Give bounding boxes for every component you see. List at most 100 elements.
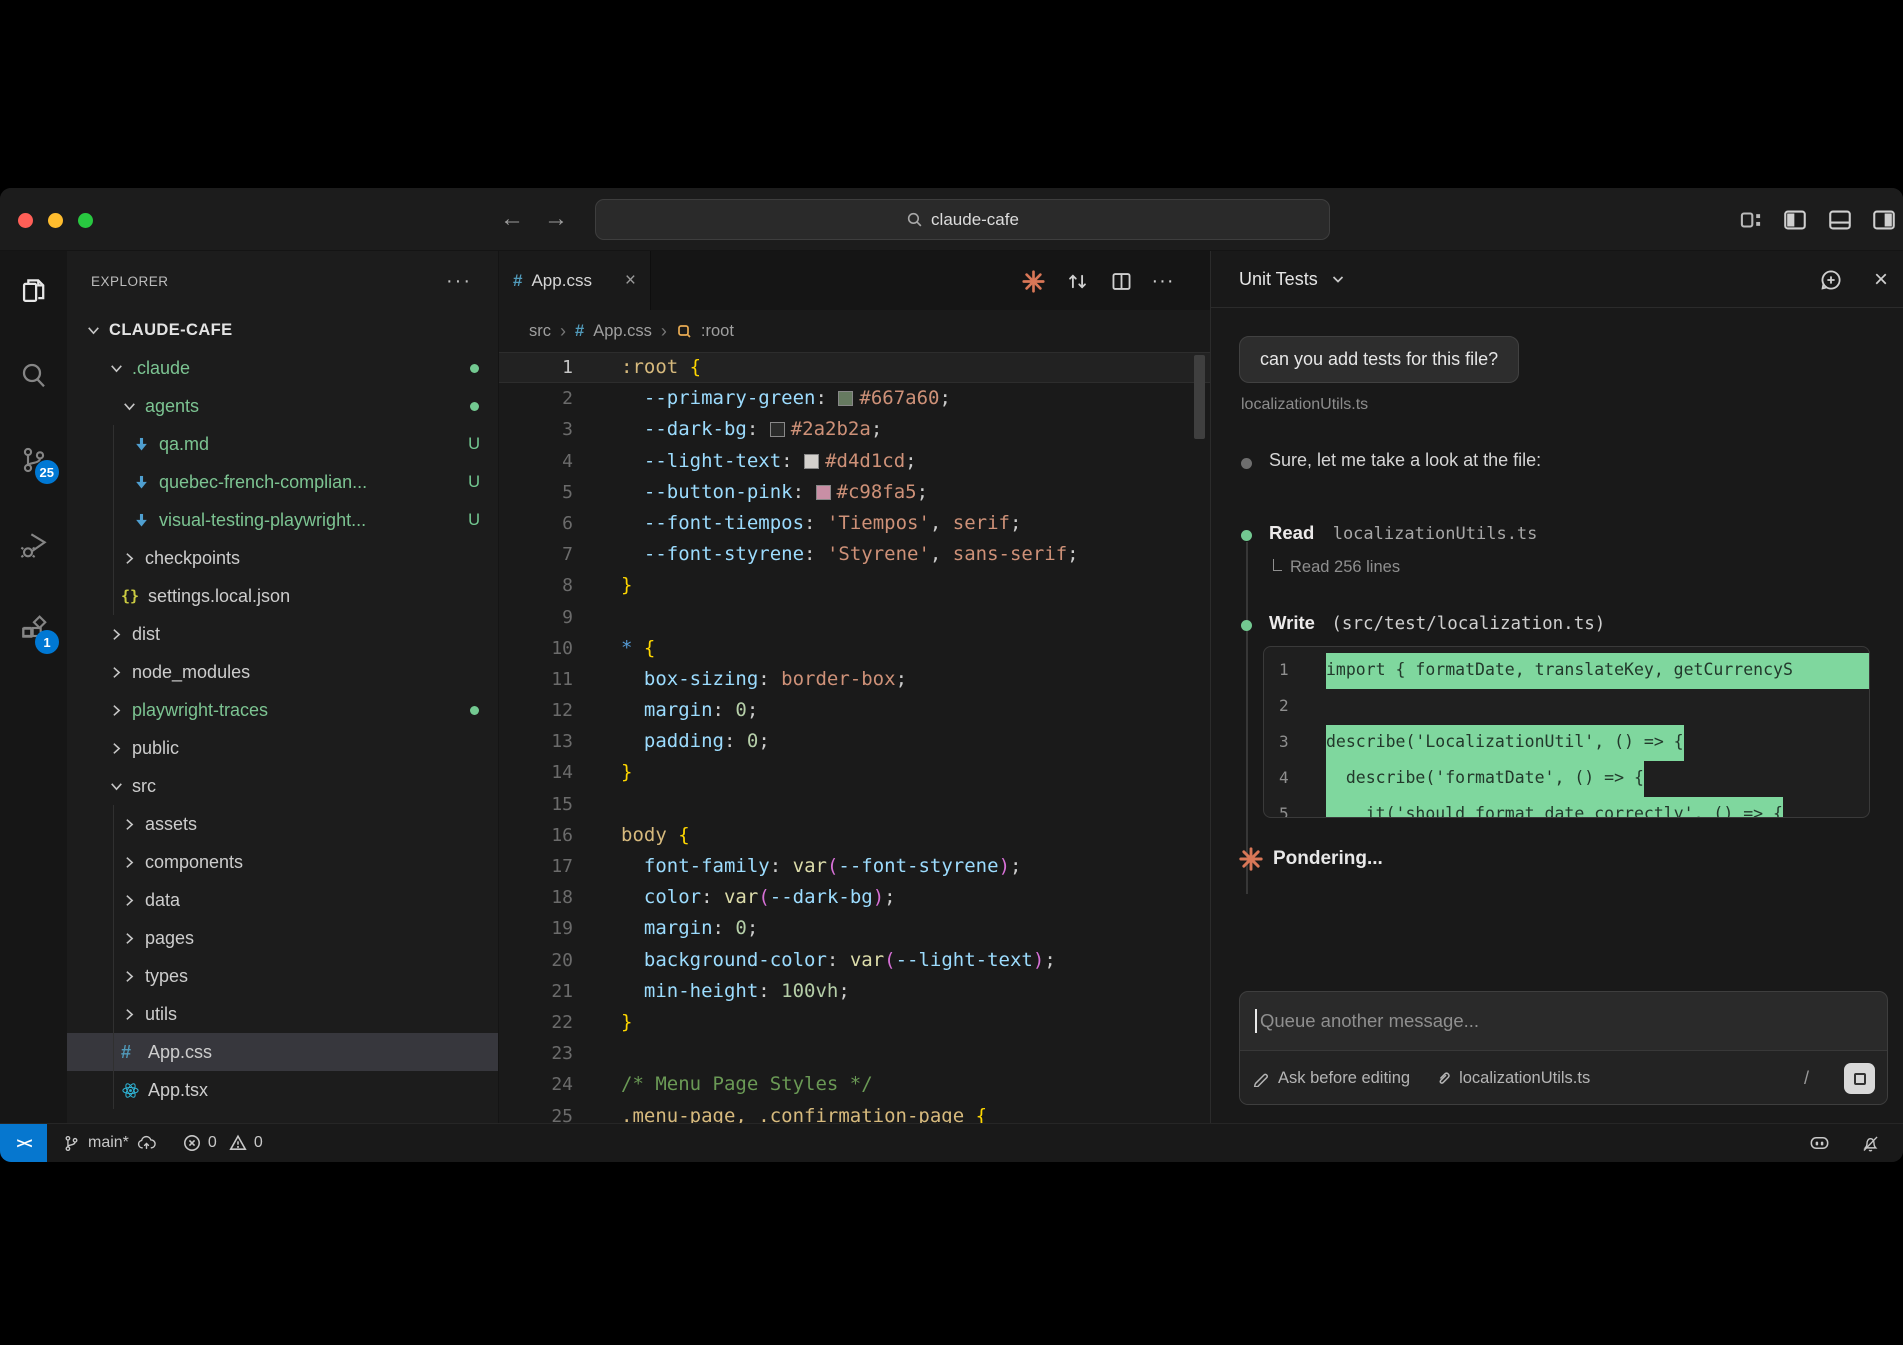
generated-code-block[interactable]: 1import { formatDate, translateKey, getC… <box>1263 646 1870 818</box>
search-activity-button[interactable] <box>0 343 67 407</box>
explorer-item-app-css[interactable]: #App.css <box>67 1033 498 1071</box>
source-control-activity-button[interactable]: 25 <box>0 428 67 492</box>
explorer-item-claude-cafe[interactable]: CLAUDE-CAFE <box>67 311 498 349</box>
code-line-19[interactable]: 19 margin: 0; <box>499 913 1210 944</box>
remote-indicator[interactable]: >< <box>0 1124 47 1162</box>
breadcrumb-src[interactable]: src <box>529 322 551 341</box>
color-swatch[interactable] <box>816 485 831 500</box>
toggle-primary-sidebar-icon[interactable] <box>1782 207 1808 233</box>
code-line-4[interactable]: 4 --light-text: #d4d1cd; <box>499 446 1210 477</box>
code-line-11[interactable]: 11 box-sizing: border-box; <box>499 664 1210 695</box>
code-line-9[interactable]: 9 <box>499 602 1210 633</box>
problems-status[interactable]: 0 0 <box>183 1134 263 1152</box>
chevron-down-icon[interactable] <box>1330 271 1346 287</box>
branch-status[interactable]: main* <box>62 1133 157 1154</box>
explorer-item-src[interactable]: src <box>67 767 498 805</box>
new-chat-icon[interactable] <box>1819 268 1843 292</box>
tab-close-icon[interactable]: × <box>625 270 636 292</box>
code-line-17[interactable]: 17 font-family: var(--font-styrene); <box>499 851 1210 882</box>
editor-more-actions-icon[interactable]: ··· <box>1151 269 1175 293</box>
explorer-item-node-modules[interactable]: node_modules <box>67 653 498 691</box>
traffic-zoom-button[interactable] <box>78 213 93 228</box>
breadcrumb-separator: › <box>560 321 566 342</box>
code-line-15[interactable]: 15 <box>499 789 1210 820</box>
scm-badge: 25 <box>35 460 59 484</box>
item-label: checkpoints <box>145 548 240 569</box>
back-arrow-icon[interactable]: ← <box>495 202 529 236</box>
explorer-item-claude[interactable]: .claude <box>67 349 498 387</box>
explorer-item-quebec-french-complian[interactable]: quebec-french-complian...U <box>67 463 498 501</box>
code-line-6[interactable]: 6 --font-tiempos: 'Tiempos', serif; <box>499 508 1210 539</box>
explorer-item-utils[interactable]: utils <box>67 995 498 1033</box>
read-tool-row[interactable]: Read localizationUtils.ts <box>1239 522 1876 548</box>
code-line-13[interactable]: 13 padding: 0; <box>499 726 1210 757</box>
explorer-item-public[interactable]: public <box>67 729 498 767</box>
edit-mode-selector[interactable]: Ask before editing <box>1278 1069 1410 1088</box>
code-line-24[interactable]: 24/* Menu Page Styles */ <box>499 1069 1210 1100</box>
code-line-10[interactable]: 10* { <box>499 633 1210 664</box>
explorer-item-settings-local-json[interactable]: {}settings.local.json <box>67 577 498 615</box>
explorer-item-dist[interactable]: dist <box>67 615 498 653</box>
split-editor-icon[interactable] <box>1109 269 1133 293</box>
explorer-item-pages[interactable]: pages <box>67 919 498 957</box>
color-swatch[interactable] <box>838 391 853 406</box>
extensions-activity-button[interactable]: 1 <box>0 598 67 662</box>
explorer-item-types[interactable]: types <box>67 957 498 995</box>
code-line-1[interactable]: 1:root { <box>499 352 1210 383</box>
close-panel-icon[interactable]: × <box>1869 268 1893 292</box>
code-line-12[interactable]: 12 margin: 0; <box>499 695 1210 726</box>
code-editor[interactable]: 1:root {2 --primary-green: #667a60;3 --d… <box>499 352 1210 1132</box>
explorer-item-data[interactable]: data <box>67 881 498 919</box>
code-line-21[interactable]: 21 min-height: 100vh; <box>499 976 1210 1007</box>
explorer-item-visual-testing-playwright[interactable]: visual-testing-playwright...U <box>67 501 498 539</box>
code-line-3[interactable]: 3 --dark-bg: #2a2b2a; <box>499 414 1210 445</box>
breadcrumb-file[interactable]: App.css <box>593 322 652 341</box>
css-file-icon: # <box>121 1042 148 1063</box>
code-line-23[interactable]: 23 <box>499 1038 1210 1069</box>
code-line-7[interactable]: 7 --font-styrene: 'Styrene', sans-serif; <box>499 539 1210 570</box>
code-line-16[interactable]: 16body { <box>499 820 1210 851</box>
traffic-minimize-button[interactable] <box>48 213 63 228</box>
color-swatch[interactable] <box>770 422 785 437</box>
customize-layout-icon[interactable] <box>1738 207 1764 233</box>
open-changes-icon[interactable] <box>1065 269 1089 293</box>
command-center-search[interactable]: claude-cafe <box>595 199 1330 240</box>
explorer-item-checkpoints[interactable]: checkpoints <box>67 539 498 577</box>
toggle-secondary-sidebar-icon[interactable] <box>1871 207 1897 233</box>
color-swatch[interactable] <box>804 454 819 469</box>
toggle-panel-icon[interactable] <box>1827 207 1853 233</box>
code-line-20[interactable]: 20 background-color: var(--light-text); <box>499 945 1210 976</box>
code-line-18[interactable]: 18 color: var(--dark-bg); <box>499 882 1210 913</box>
explorer-item-qa-md[interactable]: qa.mdU <box>67 425 498 463</box>
code-line-5[interactable]: 5 --button-pink: #c98fa5; <box>499 477 1210 508</box>
claude-code-icon[interactable] <box>1021 269 1045 293</box>
editor-tab-bar: # App.css × ··· <box>499 251 1210 310</box>
code-line-2[interactable]: 2 --primary-green: #667a60; <box>499 383 1210 414</box>
explorer-item-assets[interactable]: assets <box>67 805 498 843</box>
traffic-close-button[interactable] <box>18 213 33 228</box>
breadcrumb-symbol[interactable]: :root <box>701 322 734 341</box>
code-line-14[interactable]: 14} <box>499 757 1210 788</box>
code-line-8[interactable]: 8} <box>499 570 1210 601</box>
breadcrumb[interactable]: src › # App.css › :root <box>499 310 1210 352</box>
line-number: 5 <box>499 477 573 508</box>
read-detail-row: Read 256 lines <box>1239 556 1876 578</box>
message-input[interactable]: Queue another message... <box>1240 992 1887 1050</box>
explorer-activity-button[interactable] <box>0 259 67 323</box>
slash-command-hint[interactable]: / <box>1804 1068 1809 1089</box>
write-tool-row[interactable]: Write (src/test/localization.ts) <box>1239 612 1876 638</box>
notifications-status[interactable] <box>1860 1133 1881 1154</box>
explorer-item-agents[interactable]: agents <box>67 387 498 425</box>
copilot-status[interactable] <box>1808 1132 1831 1155</box>
explorer-more-actions-icon[interactable]: ··· <box>446 270 472 293</box>
forward-arrow-icon[interactable]: → <box>539 202 573 236</box>
run-debug-activity-button[interactable] <box>0 513 67 577</box>
explorer-item-app-tsx[interactable]: App.tsx <box>67 1071 498 1109</box>
tab-app-css[interactable]: # App.css × <box>499 251 651 310</box>
code-line-22[interactable]: 22} <box>499 1007 1210 1038</box>
explorer-item-components[interactable]: components <box>67 843 498 881</box>
explorer-item-playwright-traces[interactable]: playwright-traces <box>67 691 498 729</box>
attached-file-chip[interactable]: localizationUtils.ts <box>1435 1069 1590 1088</box>
editor-scrollbar[interactable] <box>1194 355 1205 439</box>
stop-button[interactable] <box>1844 1063 1875 1094</box>
